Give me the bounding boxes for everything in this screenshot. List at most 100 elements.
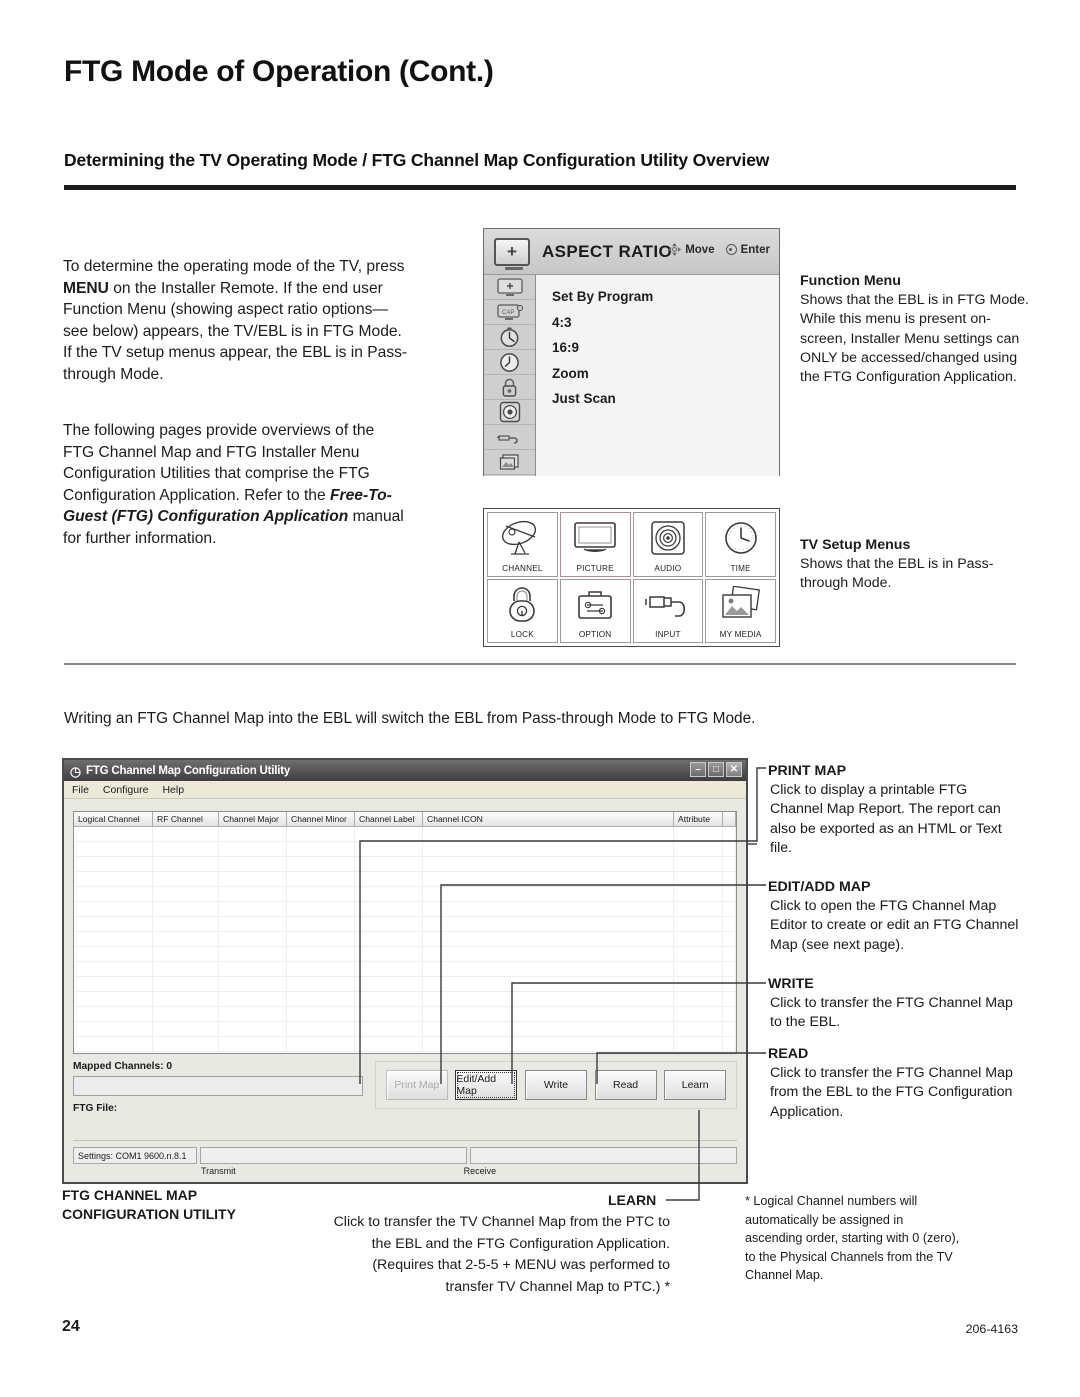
document-number: 206-4163 bbox=[965, 1322, 1018, 1336]
aspect-menu-title: ASPECT RATIO bbox=[542, 241, 673, 261]
intro-paragraph-2: The following pages provide overviews of… bbox=[63, 420, 408, 549]
table-row[interactable] bbox=[74, 977, 736, 992]
table-row[interactable] bbox=[74, 947, 736, 962]
column-header-channel-minor[interactable]: Channel Minor bbox=[287, 812, 355, 826]
menu-keyword: MENU bbox=[63, 279, 109, 297]
tv-menu-label-input: INPUT bbox=[655, 630, 681, 639]
channel-map-grid[interactable]: Logical Channel RF Channel Channel Major… bbox=[73, 811, 737, 1054]
tv-menu-tile-audio[interactable]: AUDIO bbox=[632, 512, 704, 577]
callout-learn-heading: LEARN bbox=[608, 1192, 657, 1208]
section-heading: Determining the TV Operating Mode / FTG … bbox=[64, 150, 770, 170]
table-row[interactable] bbox=[74, 857, 736, 872]
table-row[interactable] bbox=[74, 932, 736, 947]
table-row[interactable] bbox=[74, 872, 736, 887]
tv-caption-icon[interactable]: CAP bbox=[484, 300, 535, 325]
tv-picture-icon[interactable] bbox=[484, 275, 535, 300]
tv-menu-label-picture: PICTURE bbox=[576, 563, 614, 573]
callout-tv-setup-menus: TV Setup Menus Shows that the EBL is in … bbox=[800, 536, 1035, 594]
menu-item-file[interactable]: File bbox=[72, 784, 89, 796]
callout-print-map-body: Click to display a printable FTG Channel… bbox=[770, 782, 1002, 856]
table-row[interactable] bbox=[74, 917, 736, 932]
info-and-buttons-row: Mapped Channels: 0 FTG File: Print Map E… bbox=[73, 1061, 737, 1114]
column-header-logical-channel[interactable]: Logical Channel bbox=[74, 812, 153, 826]
lock-icon[interactable] bbox=[484, 375, 535, 400]
tv-setup-menu-grid: CHANNEL PICTURE AUDIO TIME LOCK OPTION I… bbox=[483, 508, 780, 647]
learn-button[interactable]: Learn bbox=[664, 1070, 727, 1100]
table-row[interactable] bbox=[74, 1022, 736, 1037]
tv-menu-tile-my-media[interactable]: MY MEDIA bbox=[705, 578, 776, 643]
window-menubar: File Configure Help bbox=[64, 781, 746, 799]
status-fields: Settings: COM1 9600.n.8.1 bbox=[73, 1147, 737, 1164]
column-header-rf-channel[interactable]: RF Channel bbox=[153, 812, 219, 826]
target-icon[interactable] bbox=[484, 400, 535, 425]
ftg-file-label: FTG File: bbox=[73, 1103, 118, 1114]
page-number: 24 bbox=[62, 1318, 80, 1335]
write-button[interactable]: Write bbox=[524, 1070, 587, 1100]
callout-write-heading: WRITE bbox=[768, 976, 814, 992]
callout-edit-add-map-body: Click to open the FTG Channel Map Editor… bbox=[770, 898, 1019, 953]
read-button[interactable]: Read bbox=[594, 1070, 657, 1100]
aspect-ratio-menu-panel: + ASPECT RATIO Move Enter CAP Set By Pro… bbox=[483, 228, 780, 476]
header-divider bbox=[64, 185, 1016, 190]
progress-bar bbox=[73, 1076, 363, 1096]
column-header-channel-icon[interactable]: Channel ICON bbox=[423, 812, 674, 826]
aspect-option-set-by-program[interactable]: Set By Program bbox=[552, 284, 779, 310]
window-title: FTG Channel Map Configuration Utility bbox=[86, 764, 291, 777]
table-row[interactable] bbox=[74, 827, 736, 842]
callout-read-heading: READ bbox=[768, 1046, 809, 1062]
enter-icon bbox=[725, 244, 737, 255]
maximize-button[interactable]: □ bbox=[708, 762, 724, 777]
cable-icon[interactable] bbox=[484, 425, 535, 450]
window-titlebar[interactable]: FTG Channel Map Configuration Utility – … bbox=[64, 760, 746, 781]
column-header-channel-label[interactable]: Channel Label bbox=[355, 812, 423, 826]
photos-icon bbox=[718, 580, 764, 630]
callout-edit-add-map: EDIT/ADD MAP Click to open the FTG Chann… bbox=[768, 878, 1020, 955]
aspect-option-16-9[interactable]: 16:9 bbox=[552, 335, 779, 361]
close-icon[interactable]: ✕ bbox=[726, 762, 742, 777]
table-row[interactable] bbox=[74, 992, 736, 1007]
table-row[interactable] bbox=[74, 887, 736, 902]
column-header-attribute[interactable]: Attribute bbox=[674, 812, 723, 826]
aspect-option-just-scan[interactable]: Just Scan bbox=[552, 386, 779, 412]
tv-menu-label-time: TIME bbox=[730, 563, 751, 573]
callout-utility-label-line2: CONFIGURATION UTILITY bbox=[62, 1206, 236, 1222]
tv-menu-tile-channel[interactable]: CHANNEL bbox=[487, 512, 558, 577]
tv-menu-tile-input[interactable]: INPUT bbox=[632, 578, 704, 643]
tv-menu-tile-lock[interactable]: LOCK bbox=[487, 578, 558, 643]
callout-write: WRITE Click to transfer the FTG Channel … bbox=[768, 975, 1020, 1033]
print-map-button[interactable]: Print Map bbox=[385, 1070, 448, 1100]
satellite-dish-icon bbox=[495, 513, 549, 563]
section-divider bbox=[64, 663, 1016, 665]
column-header-channel-major[interactable]: Channel Major bbox=[219, 812, 287, 826]
aspect-option-zoom[interactable]: Zoom bbox=[552, 361, 779, 387]
table-row[interactable] bbox=[74, 1037, 736, 1052]
aspect-menu-icon-rail: CAP bbox=[484, 275, 536, 476]
table-row[interactable] bbox=[74, 842, 736, 857]
status-transmit-field bbox=[200, 1147, 467, 1164]
clock-icon[interactable] bbox=[484, 350, 535, 375]
aspect-option-4-3[interactable]: 4:3 bbox=[552, 310, 779, 336]
mapped-channels-text: Mapped Channels: bbox=[73, 1061, 164, 1072]
callout-function-menu-body: Shows that the EBL is in FTG Mode. While… bbox=[800, 292, 1029, 386]
status-bar: Settings: COM1 9600.n.8.1 Transmit Recei… bbox=[73, 1140, 737, 1176]
window-content: Logical Channel RF Channel Channel Major… bbox=[64, 799, 746, 1182]
callout-tv-setup-body: Shows that the EBL is in Pass-through Mo… bbox=[800, 556, 994, 592]
table-row[interactable] bbox=[74, 1007, 736, 1022]
grid-header-row: Logical Channel RF Channel Channel Major… bbox=[74, 812, 736, 827]
table-row[interactable] bbox=[74, 962, 736, 977]
tv-menu-tile-picture[interactable]: PICTURE bbox=[559, 512, 631, 577]
callout-read: READ Click to transfer the FTG Channel M… bbox=[768, 1045, 1020, 1122]
move-hint: Move bbox=[668, 243, 715, 256]
edit-add-map-button[interactable]: Edit/Add Map bbox=[455, 1070, 518, 1100]
tv-menu-tile-time[interactable]: TIME bbox=[705, 512, 776, 577]
stopwatch-icon[interactable] bbox=[484, 325, 535, 350]
callout-learn-body: Click to transfer the TV Channel Map fro… bbox=[333, 1214, 670, 1295]
table-row[interactable] bbox=[74, 902, 736, 917]
intro-paragraph-1: To determine the operating mode of the T… bbox=[63, 256, 408, 385]
menu-item-help[interactable]: Help bbox=[162, 784, 184, 796]
media-icon[interactable] bbox=[484, 450, 535, 475]
tv-menu-label-channel: CHANNEL bbox=[502, 563, 543, 573]
menu-item-configure[interactable]: Configure bbox=[103, 784, 149, 796]
tv-menu-tile-option[interactable]: OPTION bbox=[559, 578, 631, 643]
minimize-button[interactable]: – bbox=[690, 762, 706, 777]
